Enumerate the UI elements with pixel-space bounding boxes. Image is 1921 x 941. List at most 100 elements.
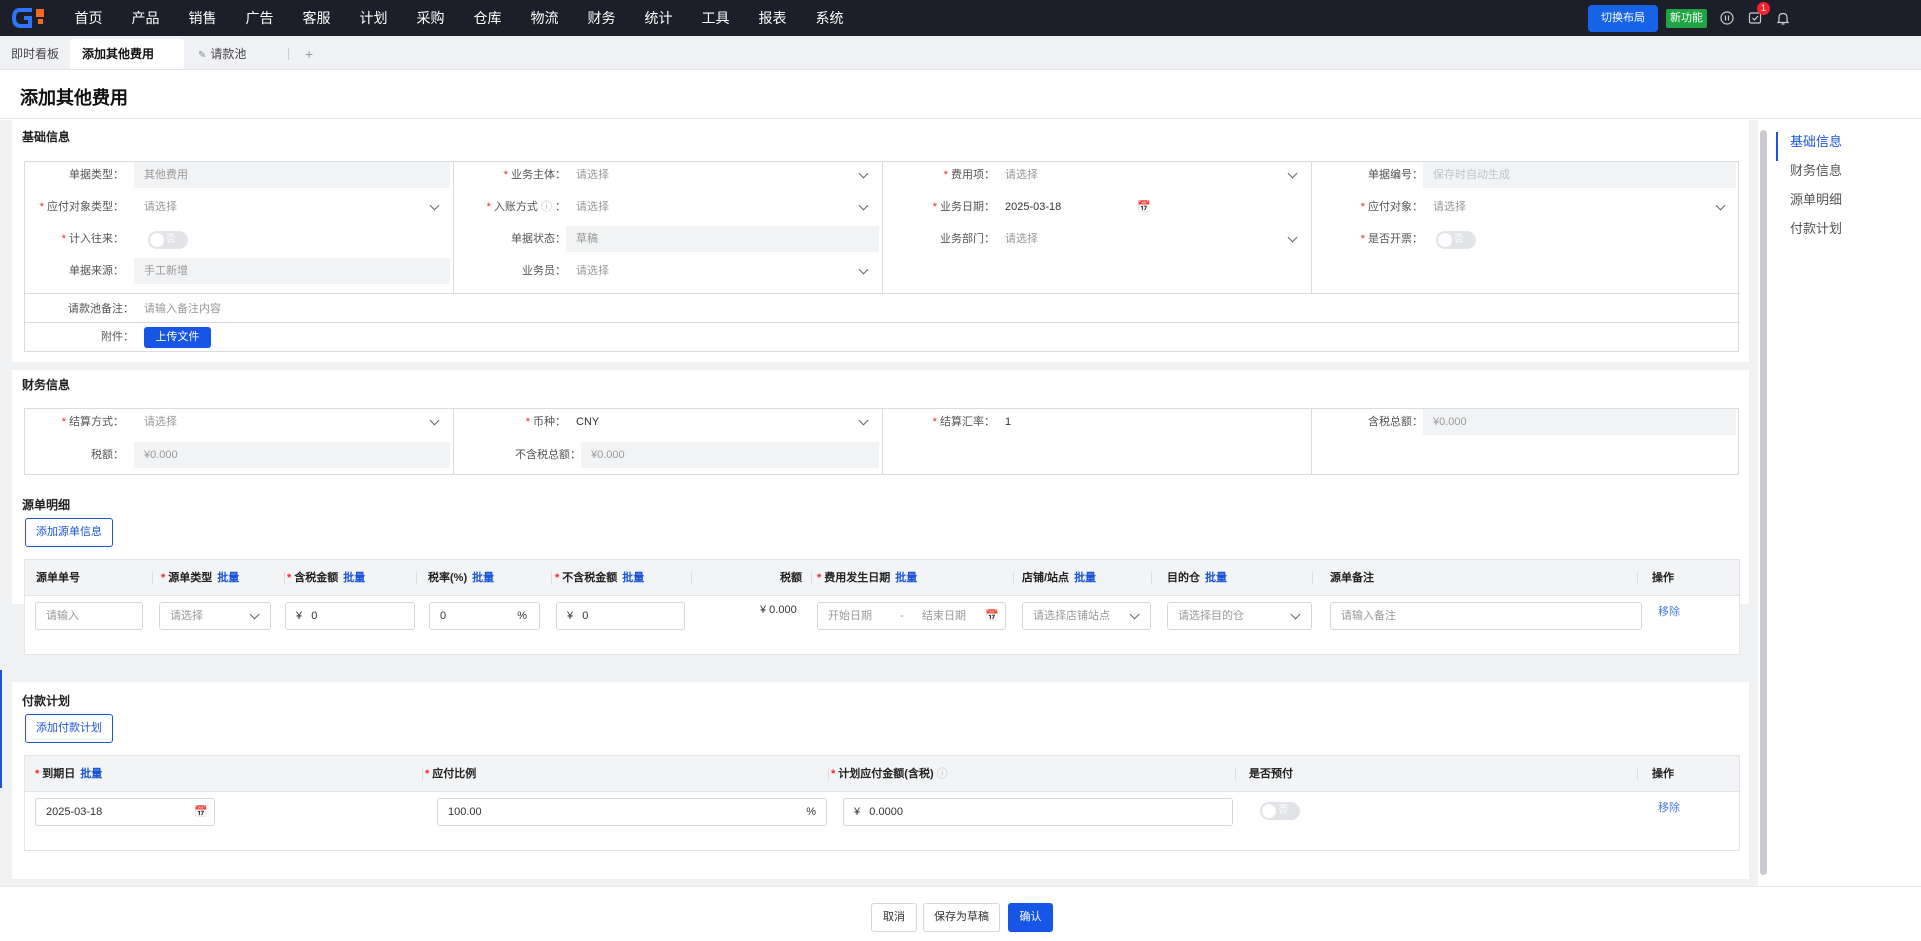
rate-input[interactable]: 1 [995,409,1308,435]
settle-select[interactable]: 请选择 [134,409,450,435]
anchor-finance-info[interactable]: 财务信息 [1776,161,1916,190]
bell-icon[interactable] [1775,10,1791,26]
content-scrollbar[interactable] [1760,130,1767,875]
batch-link[interactable]: 批量 [217,572,239,584]
menu-warehouse[interactable]: 仓库 [459,0,516,36]
fee-date-range[interactable]: 开始日期 - 结束日期 📅 [817,602,1006,630]
add-source-button[interactable]: 添加源单信息 [25,518,113,547]
entry-method-select[interactable]: 请选择 [566,194,879,220]
entity-select[interactable]: 请选择 [566,162,879,188]
tab-payment-pool[interactable]: ✎ 请款池 [184,39,280,69]
anchor-payment-plan[interactable]: 付款计划 [1776,219,1916,248]
invoice-toggle[interactable]: 否 [1436,231,1476,249]
batch-link[interactable]: 批量 [1205,572,1227,584]
menu-home[interactable]: 首页 [60,0,117,36]
prepay-toggle[interactable]: 否 [1260,802,1300,820]
salesman-select[interactable]: 请选择 [566,258,879,284]
taxed-amount-input[interactable]: ¥ 0 [285,602,415,630]
menu-stats[interactable]: 统计 [630,0,687,36]
tab-separator [288,48,290,60]
pin-icon: ✎ [198,50,207,61]
add-payment-plan-button[interactable]: 添加付款计划 [25,714,113,743]
label-settle: * 结算方式： [61,416,124,428]
dept-select[interactable]: 请选择 [995,226,1308,252]
anchor-basic-info[interactable]: 基础信息 [1776,132,1916,161]
th-sep [416,572,417,584]
label-currency: * 币种： [525,416,566,428]
menu-sales[interactable]: 销售 [174,0,231,36]
remark-input[interactable]: 请输入备注内容 [134,296,1734,322]
payee-type-select[interactable]: 请选择 [134,194,450,220]
fee-item-select[interactable]: 请选择 [995,162,1308,188]
menu-tools[interactable]: 工具 [687,0,744,36]
chevron-down-icon [1290,609,1301,620]
tab-add-other-fee[interactable]: 添加其他费用 [70,39,185,69]
source-no-input[interactable]: 请输入 [35,602,143,630]
menu-service[interactable]: 客服 [288,0,345,36]
chevron-down-icon [1287,168,1298,179]
destination-wh-select[interactable]: 请选择目的仓 [1167,602,1312,630]
save-draft-button[interactable]: 保存为草稿 [923,903,1000,932]
calendar-icon: 📅 [1137,201,1151,213]
logo[interactable] [0,0,60,36]
menu-plan[interactable]: 计划 [345,0,402,36]
anchor-source-detail[interactable]: 源单明细 [1776,190,1916,219]
tab-dashboard[interactable]: 即时看板 [0,39,70,69]
th-tax-rate: 税率(%) 批量 [428,572,495,584]
remove-plan-row-link[interactable]: 移除 [1658,799,1680,815]
menu-system[interactable]: 系统 [801,0,858,36]
status-value: 草稿 [566,226,879,252]
currency-select[interactable]: CNY [566,409,879,435]
biz-date-picker[interactable]: 2025-03-18 📅 [995,194,1159,220]
confirm-button[interactable]: 确认 [1008,903,1053,932]
th-destination-wh: 目的仓 批量 [1167,572,1227,584]
menu-purchase[interactable]: 采购 [402,0,459,36]
field-payee-type: * 应付对象类型： 请选择 [25,194,454,220]
help-circle-icon[interactable] [1719,10,1735,26]
cancel-button[interactable]: 取消 [871,903,917,932]
due-date-picker[interactable]: 2025-03-18 📅 [35,798,215,826]
th-source-no: 源单单号 [36,572,80,584]
batch-link[interactable]: 批量 [622,572,644,584]
batch-link[interactable]: 批量 [1074,572,1096,584]
shop-select[interactable]: 请选择店铺站点 [1022,602,1151,630]
source-type-select[interactable]: 请选择 [159,602,271,630]
label-dept: 业务部门： [940,233,995,245]
field-payee: * 应付对象： 请选择 [1312,194,1740,220]
payee-select[interactable]: 请选择 [1423,194,1736,220]
count-in-toggle[interactable]: 否 [148,231,188,249]
menu-product[interactable]: 产品 [117,0,174,36]
label-entity: * 业务主体： [503,169,566,181]
batch-link[interactable]: 批量 [343,572,365,584]
calendar-icon: 📅 [194,806,208,818]
batch-link[interactable]: 批量 [472,572,494,584]
source-remark-input[interactable]: 请输入备注 [1330,602,1642,630]
pay-ratio-input[interactable]: 100.00% [437,798,827,826]
upload-file-button[interactable]: 上传文件 [144,327,211,348]
new-feature-badge[interactable]: 新功能 [1666,8,1707,28]
plan-amount-input[interactable]: ¥ 0.0000 [843,798,1233,826]
chevron-down-icon [1129,609,1140,620]
menu-finance[interactable]: 财务 [573,0,630,36]
menu-ads[interactable]: 广告 [231,0,288,36]
add-tab-button[interactable]: + [297,39,321,69]
section-title-finance: 财务信息 [22,378,71,392]
th-sep [1312,572,1313,584]
th-sep [811,572,812,584]
tax-rate-input[interactable]: 0% [429,602,540,630]
th-sep [284,572,285,584]
menu-logistics[interactable]: 物流 [516,0,573,36]
batch-link[interactable]: 批量 [895,572,917,584]
th-tax: 税额 [780,572,802,584]
switch-layout-button[interactable]: 切换布局 [1588,4,1658,32]
th-sep [1013,572,1014,584]
task-check-icon[interactable]: 1 [1747,2,1770,26]
th-untaxed-amount: * 不含税金额 批量 [555,572,645,584]
untaxed-amount-input[interactable]: ¥ 0 [556,602,685,630]
remove-source-row-link[interactable]: 移除 [1658,603,1680,619]
page-header: 添加其他费用 [0,70,1921,119]
calendar-icon: 📅 [985,610,999,622]
field-currency: * 币种： CNY [454,409,883,435]
batch-link[interactable]: 批量 [80,768,102,780]
menu-reports[interactable]: 报表 [744,0,801,36]
